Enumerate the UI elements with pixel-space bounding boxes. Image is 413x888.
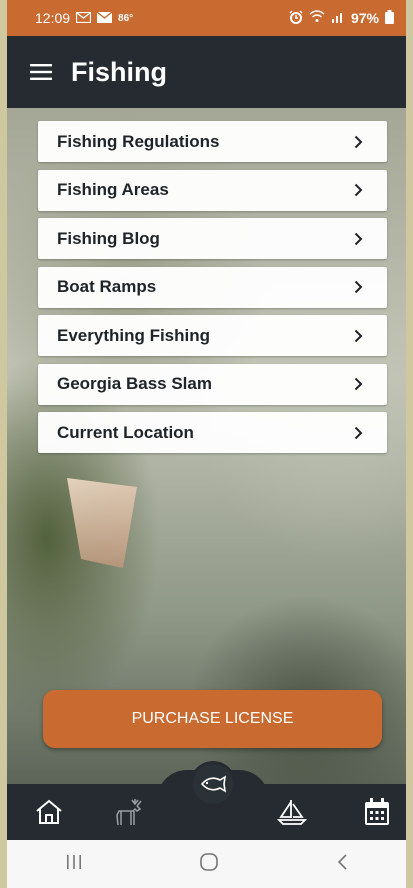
- menu-item-label: Current Location: [57, 422, 194, 442]
- gmail-icon: [75, 10, 92, 26]
- menu-item-fishing-regulations[interactable]: Fishing Regulations: [38, 121, 387, 162]
- menu-item-label: Georgia Bass Slam: [57, 374, 212, 393]
- menu-item-current-location[interactable]: Current Location: [38, 412, 387, 453]
- menu-list: Fishing Regulations Fishing Areas Fishin…: [38, 121, 387, 461]
- background-photo: Fishing Regulations Fishing Areas Fishin…: [7, 108, 406, 784]
- menu-item-label: Boat Ramps: [57, 277, 157, 296]
- fish-fin-decoration: [67, 478, 137, 568]
- menu-item-label: Fishing Areas: [57, 180, 169, 199]
- chevron-right-icon: [351, 377, 365, 391]
- chevron-right-icon: [351, 426, 365, 440]
- app-bar: Fishing: [7, 36, 406, 108]
- menu-item-label: Everything Fishing: [57, 325, 211, 345]
- chevron-right-icon: [351, 135, 365, 149]
- deer-icon[interactable]: [113, 796, 145, 828]
- back-icon[interactable]: [336, 853, 348, 876]
- chevron-right-icon: [351, 232, 365, 246]
- menu-item-label: Fishing Blog: [57, 228, 160, 248]
- menu-item-fishing-blog[interactable]: Fishing Blog: [38, 218, 387, 259]
- menu-item-fishing-areas[interactable]: Fishing Areas: [38, 169, 387, 211]
- status-battery: 97%: [350, 10, 379, 26]
- mail-icon: [96, 10, 113, 26]
- hamburger-icon[interactable]: [15, 36, 67, 108]
- chevron-right-icon: [351, 183, 365, 197]
- wifi-icon: [309, 10, 325, 26]
- calendar-icon[interactable]: [361, 796, 393, 828]
- purchase-license-button[interactable]: PURCHASE LICENSE: [43, 690, 382, 748]
- alarm-icon: [289, 9, 303, 27]
- page-title: Fishing: [71, 56, 167, 87]
- recent-apps-icon[interactable]: [65, 854, 83, 875]
- chevron-right-icon: [351, 280, 365, 294]
- fish-icon[interactable]: [193, 764, 233, 804]
- menu-item-label: Fishing Regulations: [57, 131, 220, 151]
- sailboat-icon[interactable]: [276, 796, 308, 828]
- chevron-right-icon: [351, 329, 365, 343]
- phone-screen: 12:09 86° 97% Fishing Fishing Regulation…: [7, 0, 406, 888]
- signal-icon: [331, 10, 345, 26]
- menu-item-georgia-bass-slam[interactable]: Georgia Bass Slam: [38, 363, 387, 405]
- home-icon[interactable]: [33, 796, 65, 828]
- menu-item-everything-fishing[interactable]: Everything Fishing: [38, 315, 387, 356]
- home-button-icon[interactable]: [199, 852, 219, 877]
- menu-item-boat-ramps[interactable]: Boat Ramps: [38, 266, 387, 308]
- status-bar: 12:09 86° 97%: [7, 0, 406, 36]
- battery-icon: [385, 9, 394, 27]
- status-time: 12:09: [35, 10, 71, 26]
- status-temperature: 86°: [118, 12, 134, 24]
- system-nav-bar: [7, 840, 406, 888]
